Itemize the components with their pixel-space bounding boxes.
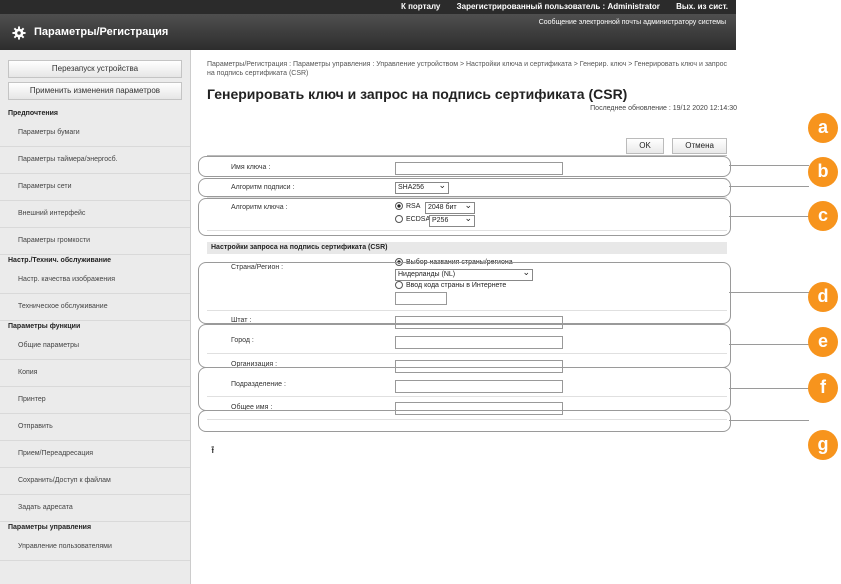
sidebar-item[interactable]: Принтер xyxy=(0,387,190,414)
sidebar-item[interactable]: Параметры громкости xyxy=(0,228,190,255)
sidebar-item[interactable]: Техническое обслуживание xyxy=(0,294,190,321)
breadcrumb: Параметры/Регистрация : Параметры управл… xyxy=(207,61,727,77)
callout-badge-b: b xyxy=(808,157,838,187)
callout-badge-e: e xyxy=(808,327,838,357)
sidebar-section: Предпочтения xyxy=(8,110,58,117)
gear-icon xyxy=(12,26,26,40)
mail-admin-link[interactable]: Сообщение электронной почты администрато… xyxy=(539,19,726,26)
callout-frame-d xyxy=(198,262,731,324)
callout-frame-a xyxy=(198,156,731,177)
apply-changes-button[interactable]: Применить изменения параметров xyxy=(8,82,182,100)
sidebar-item[interactable]: Общие параметры xyxy=(0,333,190,360)
registered-user: Зарегистрированный пользователь : Admini… xyxy=(456,2,660,11)
callout-leader-d xyxy=(729,292,809,293)
sidebar-item[interactable]: Параметры бумаги xyxy=(0,120,190,147)
logout-link[interactable]: Вых. из сист. xyxy=(676,2,728,11)
sidebar-item[interactable]: Настр. качества изображения xyxy=(0,267,190,294)
callout-leader-e xyxy=(729,344,809,345)
sidebar-section: Параметры управления xyxy=(8,524,92,531)
sidebar-section: Настр./Технич. обслуживание xyxy=(8,257,112,264)
csr-section-header: Настройки запроса на подпись сертификата… xyxy=(207,242,727,254)
sidebar-item[interactable]: Отправить xyxy=(0,414,190,441)
callout-leader-f xyxy=(729,388,809,389)
last-updated: Последнее обновление : 19/12 2020 12:14:… xyxy=(590,105,737,112)
callout-frame-b xyxy=(198,178,731,197)
callout-badge-c: c xyxy=(808,201,838,231)
callout-leader-c xyxy=(729,216,809,217)
callout-badge-a: a xyxy=(808,113,838,143)
sidebar-item[interactable]: Сохранить/Доступ к файлам xyxy=(0,468,190,495)
callout-badge-f: f xyxy=(808,373,838,403)
callout-leader-a xyxy=(729,165,809,166)
app-title: Параметры/Регистрация xyxy=(34,26,169,38)
sidebar-item[interactable]: Параметры сети xyxy=(0,174,190,201)
callout-badge-d: d xyxy=(808,282,838,312)
cancel-button[interactable]: Отмена xyxy=(672,138,727,154)
ok-button[interactable]: OK xyxy=(626,138,664,154)
sidebar-item[interactable]: Внешний интерфейс xyxy=(0,201,190,228)
app-header: Параметры/Регистрация Сообщение электрон… xyxy=(0,14,736,50)
callout-frame-e xyxy=(198,324,731,368)
portal-link[interactable]: К порталу xyxy=(401,2,440,11)
sidebar-item[interactable]: Прием/Переадресация xyxy=(0,441,190,468)
sidebar-section: Параметры функции xyxy=(8,323,81,330)
sidebar-item[interactable]: Копия xyxy=(0,360,190,387)
sidebar: Перезапуск устройства Применить изменени… xyxy=(0,50,191,584)
scroll-top-icon[interactable]: ⭱ xyxy=(211,443,215,460)
callout-frame-f xyxy=(198,367,731,411)
callout-leader-g xyxy=(729,420,809,421)
top-bar: К порталу Зарегистрированный пользовател… xyxy=(0,0,736,14)
sidebar-item[interactable]: Параметры таймера/энергосб. xyxy=(0,147,190,174)
main-content: Параметры/Регистрация : Параметры управл… xyxy=(207,60,737,420)
restart-device-button[interactable]: Перезапуск устройства xyxy=(8,60,182,78)
callout-badge-g: g xyxy=(808,430,838,460)
callout-frame-c xyxy=(198,198,731,236)
sidebar-item[interactable]: Задать адресата xyxy=(0,495,190,522)
page-title: Генерировать ключ и запрос на подпись се… xyxy=(207,86,628,102)
callout-frame-g xyxy=(198,410,731,432)
sidebar-item[interactable]: Управление пользователями xyxy=(0,534,190,561)
callout-leader-b xyxy=(729,186,809,187)
